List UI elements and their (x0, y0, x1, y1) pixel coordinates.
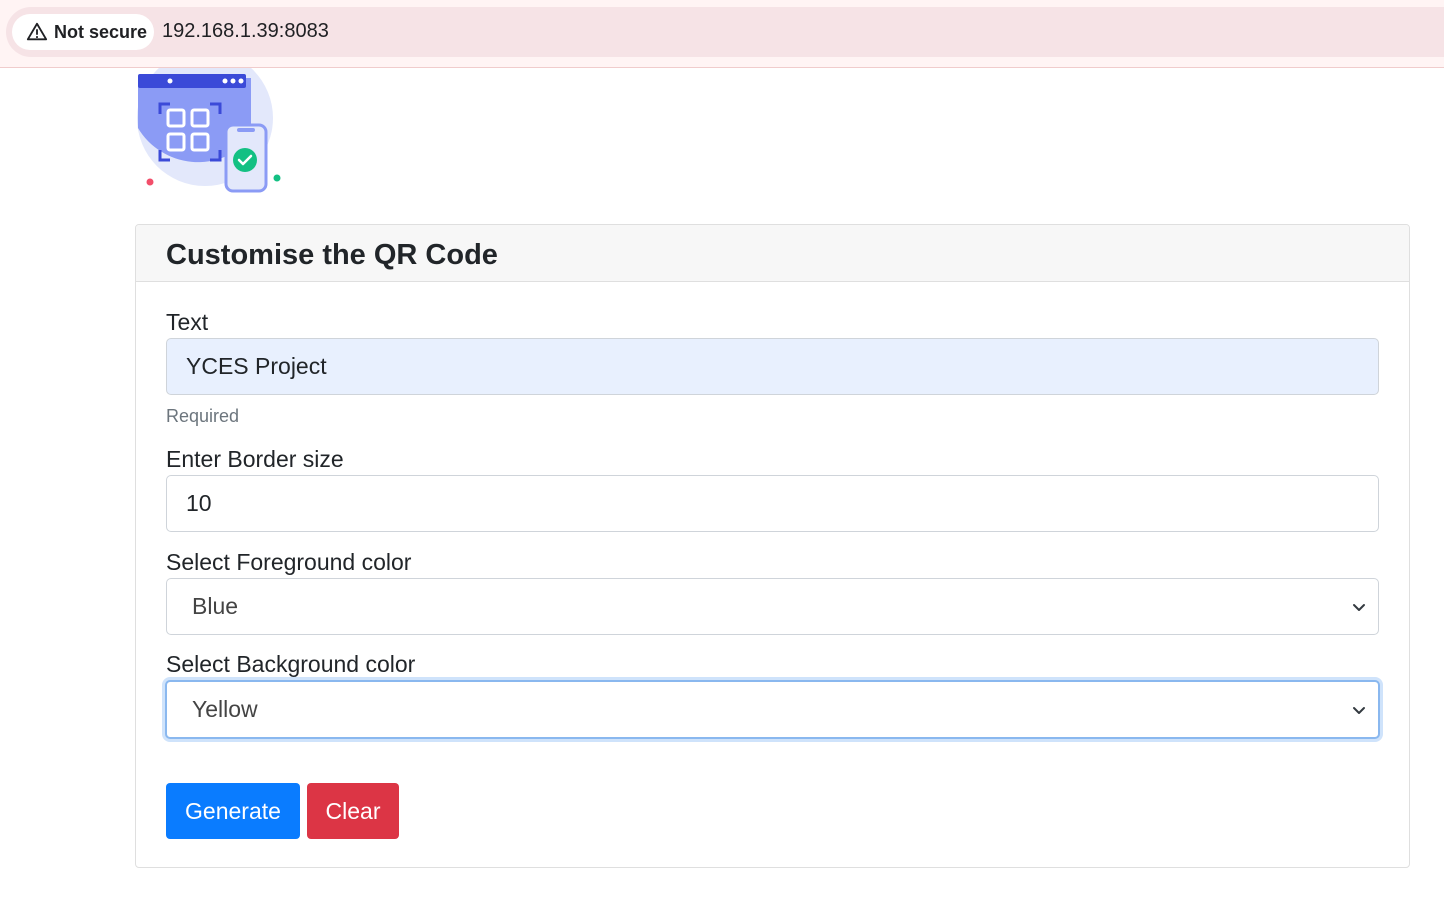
security-label: Not secure (54, 21, 148, 42)
border-size-value: 10 (186, 490, 212, 516)
address-field[interactable]: Not secure 192.168.1.39:8083 (6, 7, 1444, 57)
chevron-down-icon (1353, 603, 1365, 611)
card-header: Customise the QR Code (136, 225, 1409, 282)
clear-button[interactable]: Clear (307, 783, 399, 839)
foreground-color-value: Blue (192, 593, 239, 619)
border-size-label: Enter Border size (166, 446, 344, 472)
text-label: Text (166, 309, 209, 335)
qr-phone-icon (137, 50, 281, 193)
qr-scan-logo (134, 50, 284, 196)
card-title: Customise the QR Code (166, 238, 498, 271)
warning-icon (26, 22, 48, 41)
foreground-color-select[interactable]: Blue (166, 578, 1379, 635)
border-size-input[interactable]: 10 (166, 475, 1379, 532)
background-color-select[interactable]: Yellow (165, 680, 1380, 739)
security-chip[interactable]: Not secure (12, 14, 154, 50)
background-color-label: Select Background color (166, 651, 416, 677)
text-input-value: YCES Project (186, 353, 327, 379)
generate-button[interactable]: Generate (166, 783, 300, 839)
foreground-color-label: Select Foreground color (166, 549, 412, 575)
browser-address-bar: Not secure 192.168.1.39:8083 (0, 0, 1444, 68)
chevron-down-icon (1353, 706, 1365, 714)
qr-customise-card: Customise the QR Code Text YCES Project … (135, 224, 1410, 868)
text-help: Required (166, 406, 240, 426)
background-color-value: Yellow (192, 696, 258, 722)
text-input[interactable]: YCES Project (166, 338, 1379, 395)
url-text[interactable]: 192.168.1.39:8083 (162, 20, 329, 43)
